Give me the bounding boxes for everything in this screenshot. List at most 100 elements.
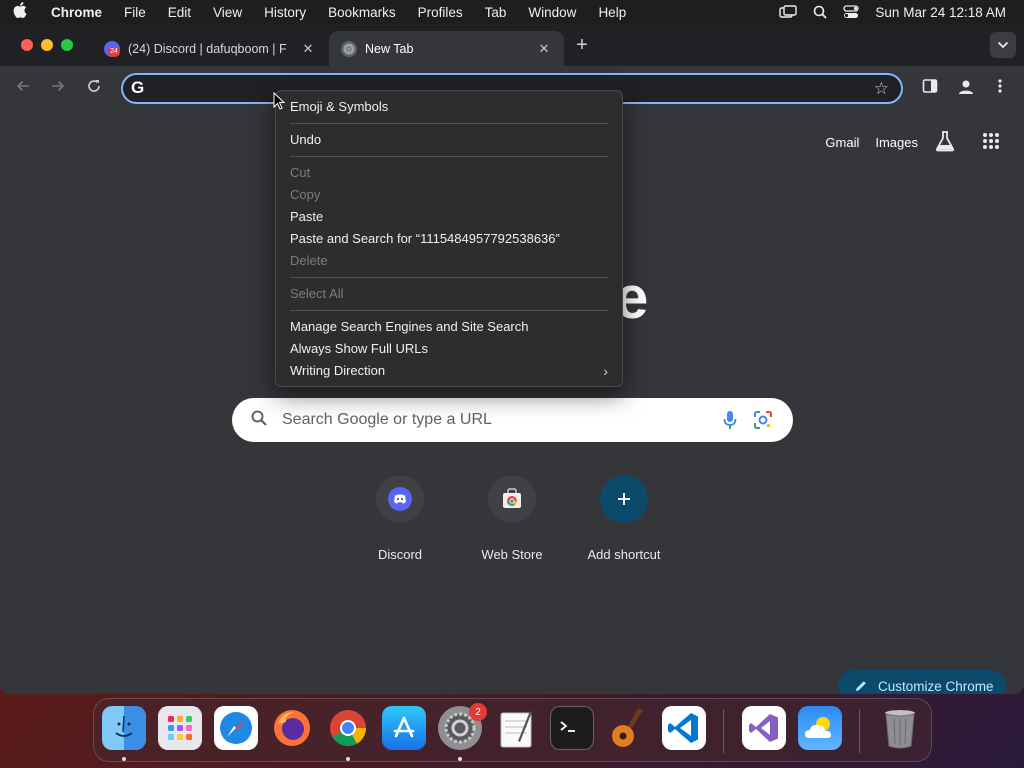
tab-title: New Tab	[365, 41, 414, 56]
google-apps-icon[interactable]	[982, 132, 1000, 153]
chrome-favicon-icon	[341, 40, 357, 57]
discord-favicon-icon: 24	[104, 40, 120, 57]
tab-title: (24) Discord | dafuqboom | F	[128, 41, 287, 56]
weather-icon[interactable]	[798, 706, 842, 750]
textedit-icon[interactable]	[494, 706, 538, 750]
customize-label: Customize Chrome	[878, 678, 994, 694]
menu-edit[interactable]: Edit	[157, 5, 202, 20]
mouse-cursor-icon	[273, 91, 286, 115]
menu-history[interactable]: History	[253, 5, 317, 20]
menu-item-select-all: Select All	[290, 286, 344, 301]
trash-icon[interactable]	[878, 706, 922, 750]
menu-item-undo[interactable]: Undo	[276, 129, 622, 151]
menu-app-name[interactable]: Chrome	[40, 5, 113, 20]
shortcut-label: Add shortcut	[587, 547, 661, 562]
close-window-button[interactable]	[21, 39, 33, 51]
shortcut-web-store[interactable]: Web Store	[456, 475, 568, 562]
safari-icon[interactable]	[214, 706, 258, 750]
side-panel-button[interactable]	[922, 78, 938, 99]
tab-strip: 24 (24) Discord | dafuqboom | F ✕ New Ta…	[0, 24, 1024, 66]
menu-tab[interactable]: Tab	[474, 5, 518, 20]
tab-discord[interactable]: 24 (24) Discord | dafuqboom | F ✕	[92, 31, 328, 66]
chevron-right-icon: ›	[603, 363, 608, 379]
reload-button[interactable]	[83, 78, 105, 99]
customize-chrome-button[interactable]: Customize Chrome	[838, 670, 1006, 694]
firefox-icon[interactable]	[270, 706, 314, 750]
webstore-icon	[488, 475, 536, 523]
menu-item-copy: Copy	[290, 187, 321, 202]
profile-button[interactable]	[957, 78, 975, 101]
menu-item-manage-search-engines[interactable]: Manage Search Engines and Site Search	[276, 316, 622, 338]
macos-dock: 2	[93, 698, 932, 762]
google-lens-icon[interactable]	[753, 410, 773, 435]
menu-item-paste[interactable]: Paste	[276, 206, 622, 228]
labs-flask-icon[interactable]	[934, 130, 956, 155]
minimize-window-button[interactable]	[41, 39, 53, 51]
bookmark-star-icon[interactable]: ☆	[874, 79, 889, 99]
menu-separator	[290, 123, 608, 124]
menu-profiles[interactable]: Profiles	[407, 5, 474, 20]
profile-avatar-icon	[959, 80, 973, 94]
tab-search-button[interactable]	[990, 32, 1016, 58]
tab-new-tab[interactable]: New Tab ✕	[329, 31, 564, 66]
discord-icon	[376, 475, 424, 523]
shortcut-add[interactable]: Add shortcut	[568, 475, 680, 562]
system-settings-icon[interactable]: 2	[438, 703, 487, 750]
terminal-icon[interactable]	[550, 706, 594, 750]
shortcut-discord[interactable]: Discord	[344, 475, 456, 562]
forward-button[interactable]	[47, 78, 69, 99]
menu-item-cut: Cut	[290, 165, 311, 180]
chrome-menu-button[interactable]	[997, 78, 1003, 99]
menubar-clock[interactable]: Sun Mar 24 12:18 AM	[875, 5, 1006, 20]
control-center-icon[interactable]	[843, 5, 860, 19]
app-store-icon[interactable]	[382, 706, 426, 750]
google-g-icon: G	[131, 78, 145, 97]
window-controls	[21, 39, 73, 51]
tab-notification-badge: 24	[108, 46, 120, 57]
ntp-search-box[interactable]	[232, 398, 793, 442]
menu-view[interactable]: View	[202, 5, 253, 20]
vscode-icon[interactable]	[662, 706, 706, 750]
launchpad-icon[interactable]	[158, 706, 202, 750]
finder-icon[interactable]	[102, 706, 146, 750]
apple-menu-icon[interactable]	[0, 2, 40, 22]
running-indicator	[346, 757, 350, 761]
close-tab-icon[interactable]: ✕	[300, 41, 316, 57]
zoom-window-button[interactable]	[61, 39, 73, 51]
gmail-link[interactable]: Gmail	[825, 135, 859, 150]
new-tab-button[interactable]: +	[572, 35, 592, 55]
chrome-icon[interactable]	[326, 706, 370, 750]
reload-icon	[88, 80, 100, 92]
menu-item-label: Writing Direction	[290, 363, 386, 378]
ntp-search-input[interactable]	[282, 411, 702, 429]
garageband-icon[interactable]	[606, 706, 650, 750]
images-link[interactable]: Images	[875, 135, 918, 150]
side-panel-icon	[922, 79, 938, 93]
shortcut-label: Web Store	[481, 547, 543, 562]
dock-divider	[723, 709, 724, 753]
menu-separator	[290, 277, 608, 278]
menu-help[interactable]: Help	[587, 5, 637, 20]
shortcut-label: Discord	[377, 547, 423, 562]
running-indicator	[458, 757, 462, 761]
spotlight-search-icon[interactable]	[813, 5, 828, 19]
search-icon	[250, 409, 270, 432]
close-tab-icon[interactable]: ✕	[536, 41, 552, 57]
more-vert-icon	[998, 79, 1002, 93]
chevron-down-icon	[997, 41, 1009, 49]
menu-item-show-full-urls[interactable]: Always Show Full URLs	[276, 338, 622, 360]
voice-search-icon[interactable]	[723, 410, 737, 435]
visual-studio-icon[interactable]	[742, 706, 786, 750]
back-button[interactable]	[12, 78, 34, 99]
menu-separator	[290, 156, 608, 157]
menu-bookmarks[interactable]: Bookmarks	[317, 5, 407, 20]
menu-item-writing-direction[interactable]: Writing Direction ›	[276, 360, 622, 382]
menu-file[interactable]: File	[113, 5, 157, 20]
pencil-icon	[856, 681, 866, 691]
menu-item-paste-and-search[interactable]: Paste and Search for “111548495779253863…	[276, 228, 622, 250]
forward-arrow-icon	[52, 80, 65, 92]
plus-icon	[600, 475, 648, 523]
menu-window[interactable]: Window	[517, 5, 587, 20]
menu-item-emoji-symbols[interactable]: Emoji & Symbols	[276, 96, 622, 118]
screen-mirroring-icon[interactable]	[779, 5, 798, 19]
